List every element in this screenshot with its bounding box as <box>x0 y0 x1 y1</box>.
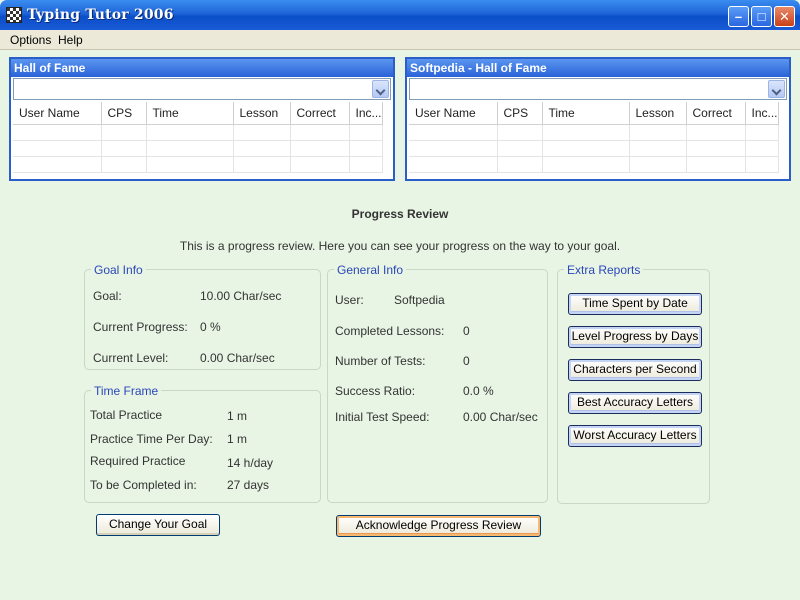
minimize-button[interactable]: – <box>728 6 749 27</box>
column-header[interactable]: User Name <box>409 102 498 125</box>
completed-lessons-label: Completed Lessons: <box>335 324 445 338</box>
worst-accuracy-letters-button[interactable]: Worst Accuracy Letters <box>568 425 702 447</box>
softpedia-hall-of-fame-table: User Name CPS Time Lesson Correct Inc... <box>409 102 779 173</box>
column-header[interactable]: Time <box>146 102 234 125</box>
acknowledge-progress-review-button[interactable]: Acknowledge Progress Review <box>336 515 541 537</box>
softpedia-hall-of-fame-panel: Softpedia - Hall of Fame User Name CPS T… <box>405 57 791 181</box>
close-icon: ✕ <box>779 9 790 24</box>
maximize-button[interactable]: □ <box>751 6 772 27</box>
column-header[interactable]: CPS <box>497 102 543 125</box>
current-level-label: Current Level: <box>93 351 169 365</box>
menu-bar: Options Help <box>0 30 800 50</box>
total-practice-value: 1 m <box>227 409 248 423</box>
hall-of-fame-dropdown[interactable] <box>13 78 391 100</box>
app-icon <box>6 7 22 23</box>
hall-of-fame-panel: Hall of Fame User Name CPS Time Lesson C… <box>9 57 395 181</box>
time-frame-legend: Time Frame <box>91 384 162 398</box>
menu-help[interactable]: Help <box>58 33 83 47</box>
table-row[interactable] <box>409 156 779 173</box>
title-bar[interactable]: Typing Tutor 2006 – □ ✕ <box>0 0 800 30</box>
table-row[interactable] <box>13 156 383 173</box>
extra-reports-legend: Extra Reports <box>564 263 644 277</box>
goal-info-legend: Goal Info <box>91 263 146 277</box>
table-row[interactable] <box>409 140 779 157</box>
total-practice-label: Total Practice <box>90 408 163 422</box>
completed-lessons-value: 0 <box>463 324 470 338</box>
initial-test-speed-value: 0.00 Char/sec <box>463 410 538 424</box>
success-ratio-label: Success Ratio: <box>335 384 416 398</box>
goal-value: 10.00 Char/sec <box>200 289 282 303</box>
change-goal-button[interactable]: Change Your Goal <box>96 514 220 536</box>
level-progress-by-days-button[interactable]: Level Progress by Days <box>568 326 702 348</box>
column-header[interactable]: Inc... <box>745 102 779 125</box>
characters-per-second-button[interactable]: Characters per Second <box>568 359 702 381</box>
column-header[interactable]: Correct <box>290 102 350 125</box>
current-progress-value: 0 % <box>200 320 221 334</box>
best-accuracy-letters-button[interactable]: Best Accuracy Letters <box>568 392 702 414</box>
close-button[interactable]: ✕ <box>774 6 795 27</box>
to-be-completed-value: 27 days <box>227 478 270 492</box>
required-practice-value: 14 h/day <box>227 456 274 470</box>
number-of-tests-label: Number of Tests: <box>335 354 426 368</box>
user-value: Softpedia <box>394 293 445 307</box>
goal-label: Goal: <box>93 289 122 303</box>
chevron-down-icon[interactable] <box>768 80 785 98</box>
extra-reports-group: Extra Reports Time Spent by Date Level P… <box>557 263 710 504</box>
table-header-row: User Name CPS Time Lesson Correct Inc... <box>13 102 383 125</box>
current-level-value: 0.00 Char/sec <box>200 351 275 365</box>
window-title: Typing Tutor 2006 <box>27 7 174 23</box>
required-practice-label: Required Practice <box>90 454 186 468</box>
hall-of-fame-title: Hall of Fame <box>11 59 393 77</box>
softpedia-hall-of-fame-dropdown[interactable] <box>409 78 787 100</box>
initial-test-speed-label: Initial Test Speed: <box>335 410 430 424</box>
menu-options[interactable]: Options <box>10 33 51 47</box>
progress-review-description: This is a progress review. Here you can … <box>179 239 621 253</box>
number-of-tests-value: 0 <box>463 354 470 368</box>
time-frame-group: Time Frame Total Practice 1 m Practice T… <box>84 384 321 503</box>
progress-review-title: Progress Review <box>351 207 449 221</box>
column-header[interactable]: Lesson <box>629 102 687 125</box>
column-header[interactable]: Lesson <box>233 102 291 125</box>
softpedia-hall-of-fame-title: Softpedia - Hall of Fame <box>407 59 789 77</box>
time-spent-by-date-button[interactable]: Time Spent by Date <box>568 293 702 315</box>
current-progress-label: Current Progress: <box>93 320 188 334</box>
table-row[interactable] <box>409 124 779 141</box>
hall-of-fame-table: User Name CPS Time Lesson Correct Inc... <box>13 102 383 173</box>
column-header[interactable]: Inc... <box>349 102 383 125</box>
practice-per-day-value: 1 m <box>227 432 248 446</box>
column-header[interactable]: Time <box>542 102 630 125</box>
table-row[interactable] <box>13 140 383 157</box>
general-info-legend: General Info <box>334 263 407 277</box>
column-header[interactable]: User Name <box>13 102 102 125</box>
column-header[interactable]: Correct <box>686 102 746 125</box>
minimize-icon: – <box>734 9 743 24</box>
practice-per-day-label: Practice Time Per Day: <box>90 432 213 446</box>
goal-info-group: Goal Info Goal: 10.00 Char/sec Current P… <box>84 263 321 370</box>
column-header[interactable]: CPS <box>101 102 147 125</box>
chevron-down-icon[interactable] <box>372 80 389 98</box>
maximize-icon: □ <box>757 9 766 24</box>
to-be-completed-label: To be Completed in: <box>90 478 197 492</box>
general-info-group: General Info User: Softpedia Completed L… <box>327 263 548 503</box>
user-label: User: <box>335 293 364 307</box>
table-header-row: User Name CPS Time Lesson Correct Inc... <box>409 102 779 125</box>
success-ratio-value: 0.0 % <box>463 384 494 398</box>
table-row[interactable] <box>13 124 383 141</box>
